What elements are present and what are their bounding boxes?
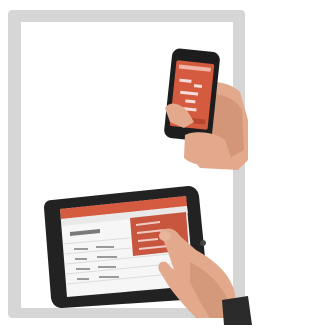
phone-in-hand	[164, 48, 248, 170]
photo-frame	[0, 0, 257, 325]
sleeve	[222, 296, 252, 325]
index-fingertip	[159, 231, 171, 241]
devices-illustration	[44, 48, 252, 325]
tablet-home-button	[200, 240, 206, 246]
